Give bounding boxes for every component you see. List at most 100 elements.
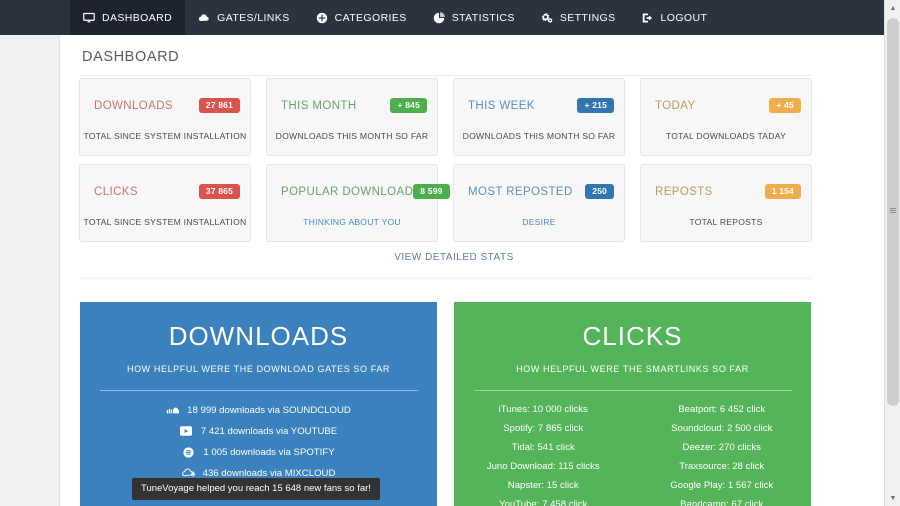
pie-chart-icon: [433, 11, 445, 24]
cloud-upload-icon: [198, 12, 210, 24]
list-item: Napster: 15 click: [507, 480, 579, 491]
clicks-panel-subtitle: HOW HELPFUL WERE THE SMARTLINKS SO FAR: [516, 364, 749, 374]
card-label: MOST REPOSTED: [468, 185, 573, 198]
list-item: Soundcloud: 2 500 click: [671, 423, 773, 434]
fans-tooltip: TuneVoyage helped you reach 15 648 new f…: [132, 478, 380, 500]
card-badge: + 215: [577, 98, 614, 113]
card-head: DOWNLOADS 27 861: [94, 98, 240, 113]
list-item: 7 421 downloads via YOUTUBE: [80, 425, 437, 437]
scroll-down-arrow-icon[interactable]: ▼: [885, 490, 900, 506]
nav-items: DASHBOARD GATES/LINKS CATEGORIES STATIST…: [70, 0, 720, 35]
card-head: THIS WEEK + 215: [468, 98, 614, 113]
stat-card-this-month[interactable]: THIS MONTH + 845 DOWNLOADS THIS MONTH SO…: [266, 78, 438, 156]
monitor-icon: [83, 12, 95, 24]
clicks-panel: CLICKS HOW HELPFUL WERE THE SMARTLINKS S…: [454, 302, 811, 506]
card-badge: 1 154: [764, 184, 801, 199]
downloads-panel: DOWNLOADS HOW HELPFUL WERE THE DOWNLOAD …: [80, 302, 437, 506]
dashboard-page: DASHBOARD GATES/LINKS CATEGORIES STATIST…: [0, 0, 900, 506]
nav-label: LOGOUT: [660, 11, 708, 24]
gears-icon: [541, 12, 553, 24]
page-title: DASHBOARD: [82, 49, 180, 65]
stat-card-popular-download[interactable]: POPULAR DOWNLOAD 8 599 THINKING ABOUT YO…: [266, 164, 450, 242]
stat-card-downloads[interactable]: DOWNLOADS 27 861 TOTAL SINCE SYSTEM INST…: [79, 78, 251, 156]
stat-card-clicks[interactable]: CLICKS 37 865 TOTAL SINCE SYSTEM INSTALL…: [79, 164, 251, 242]
list-item: Traxsource: 28 click: [679, 461, 765, 472]
card-badge: 250: [585, 184, 614, 199]
stat-card-row: CLICKS 37 865 TOTAL SINCE SYSTEM INSTALL…: [79, 164, 829, 242]
nav-label: GATES/LINKS: [217, 11, 290, 24]
list-item: Juno Download: 115 clicks: [486, 461, 600, 472]
card-badge: + 845: [390, 98, 427, 113]
clicks-panel-title: CLICKS: [582, 321, 683, 351]
card-subtitle[interactable]: DESIRE: [454, 217, 624, 227]
list-item: Spotify: 7 865 click: [503, 423, 584, 434]
card-label: DOWNLOADS: [94, 99, 173, 112]
nav-item-categories[interactable]: CATEGORIES: [303, 0, 420, 35]
card-subtitle: DOWNLOADS THIS MONTH SO FAR: [275, 131, 429, 141]
card-badge: + 45: [769, 98, 801, 113]
card-label: THIS WEEK: [468, 99, 535, 112]
card-label: TODAY: [655, 99, 696, 112]
clicks-column-right: Beatport: 6 452 click Soundcloud: 2 500 …: [633, 404, 812, 506]
card-subtitle: TOTAL SINCE SYSTEM INSTALLATION: [83, 131, 247, 141]
card-badge: 27 861: [198, 98, 240, 113]
downloads-source-list: 18 999 downloads via SOUNDCLOUD 7 421 do…: [80, 404, 437, 479]
card-subtitle: TOTAL REPOSTS: [689, 217, 763, 227]
card-label: CLICKS: [94, 185, 138, 198]
nav-label: STATISTICS: [451, 11, 515, 24]
list-item: Bandcamp: 67 click: [680, 499, 764, 506]
list-item: Google Play: 1 567 click: [670, 480, 774, 491]
card-subtitle[interactable]: THINKING ABOUT YOU: [267, 217, 437, 227]
view-detailed-stats-link[interactable]: VIEW DETAILED STATS: [394, 252, 514, 263]
card-badge: 8 599: [413, 184, 450, 199]
card-head: POPULAR DOWNLOAD 8 599: [281, 184, 450, 199]
clicks-column-left: iTunes: 10 000 clicks Spotify: 7 865 cli…: [454, 404, 633, 506]
stat-card-today[interactable]: TODAY + 45 TOTAL DOWNLOADS TADAY: [640, 78, 812, 156]
top-navbar: DASHBOARD GATES/LINKS CATEGORIES STATIST…: [0, 0, 884, 35]
card-subtitle: DOWNLOADS THIS MONTH SO FAR: [462, 131, 616, 141]
nav-item-gates-links[interactable]: GATES/LINKS: [185, 0, 302, 35]
detailed-stats-wrap: VIEW DETAILED STATS: [79, 247, 829, 265]
sign-out-icon: [642, 12, 654, 24]
nav-item-dashboard[interactable]: DASHBOARD: [70, 0, 186, 35]
summary-panels: DOWNLOADS HOW HELPFUL WERE THE DOWNLOAD …: [80, 302, 811, 506]
card-head: MOST REPOSTED 250: [468, 184, 614, 199]
nav-item-logout[interactable]: LOGOUT: [629, 0, 721, 35]
list-item: iTunes: 10 000 clicks: [498, 404, 588, 415]
spotify-icon: [182, 446, 195, 458]
stat-card-most-reposted[interactable]: MOST REPOSTED 250 DESIRE: [453, 164, 625, 242]
title-divider: [80, 75, 811, 76]
card-badge: 37 865: [198, 184, 240, 199]
soundcloud-cloud-icon: [166, 404, 180, 416]
downloads-panel-title: DOWNLOADS: [168, 321, 349, 351]
card-label: THIS MONTH: [281, 99, 357, 112]
stat-card-reposts[interactable]: REPOSTS 1 154 TOTAL REPOSTS: [640, 164, 812, 242]
list-item-text: 1 005 downloads via SPOTIFY: [203, 446, 335, 458]
clicks-columns: iTunes: 10 000 clicks Spotify: 7 865 cli…: [454, 404, 811, 506]
youtube-play-icon: [180, 425, 193, 437]
list-item: Tidal: 541 click: [511, 442, 575, 453]
scrollbar-thumb[interactable]: [887, 18, 899, 406]
downloads-panel-subtitle: HOW HELPFUL WERE THE DOWNLOAD GATES SO F…: [126, 364, 391, 374]
card-head: REPOSTS 1 154: [655, 184, 801, 199]
scrollbar-grip-icon: [890, 208, 896, 213]
panel-divider: [99, 390, 418, 391]
nav-label: SETTINGS: [559, 11, 616, 24]
nav-item-statistics[interactable]: STATISTICS: [420, 0, 528, 35]
stat-card-this-week[interactable]: THIS WEEK + 215 DOWNLOADS THIS MONTH SO …: [453, 78, 625, 156]
list-item: Deezer: 270 clicks: [682, 442, 761, 453]
list-item-text: 18 999 downloads via SOUNDCLOUD: [187, 404, 351, 416]
list-item-text: 436 downloads via MIXCLOUD: [202, 467, 336, 479]
vertical-scrollbar[interactable]: ▲ ▼: [884, 0, 900, 506]
nav-item-settings[interactable]: SETTINGS: [528, 0, 629, 35]
list-item-text: 7 421 downloads via YOUTUBE: [200, 425, 338, 437]
card-subtitle: TOTAL DOWNLOADS TADAY: [665, 131, 787, 141]
list-item: YouTube: 7 458 click: [499, 499, 588, 506]
card-label: POPULAR DOWNLOAD: [281, 185, 414, 198]
nav-label: DASHBOARD: [102, 11, 173, 24]
panel-divider: [473, 390, 792, 391]
card-head: THIS MONTH + 845: [281, 98, 427, 113]
scroll-up-arrow-icon[interactable]: ▲: [885, 0, 900, 16]
card-head: CLICKS 37 865: [94, 184, 240, 199]
card-subtitle: TOTAL SINCE SYSTEM INSTALLATION: [83, 217, 247, 227]
